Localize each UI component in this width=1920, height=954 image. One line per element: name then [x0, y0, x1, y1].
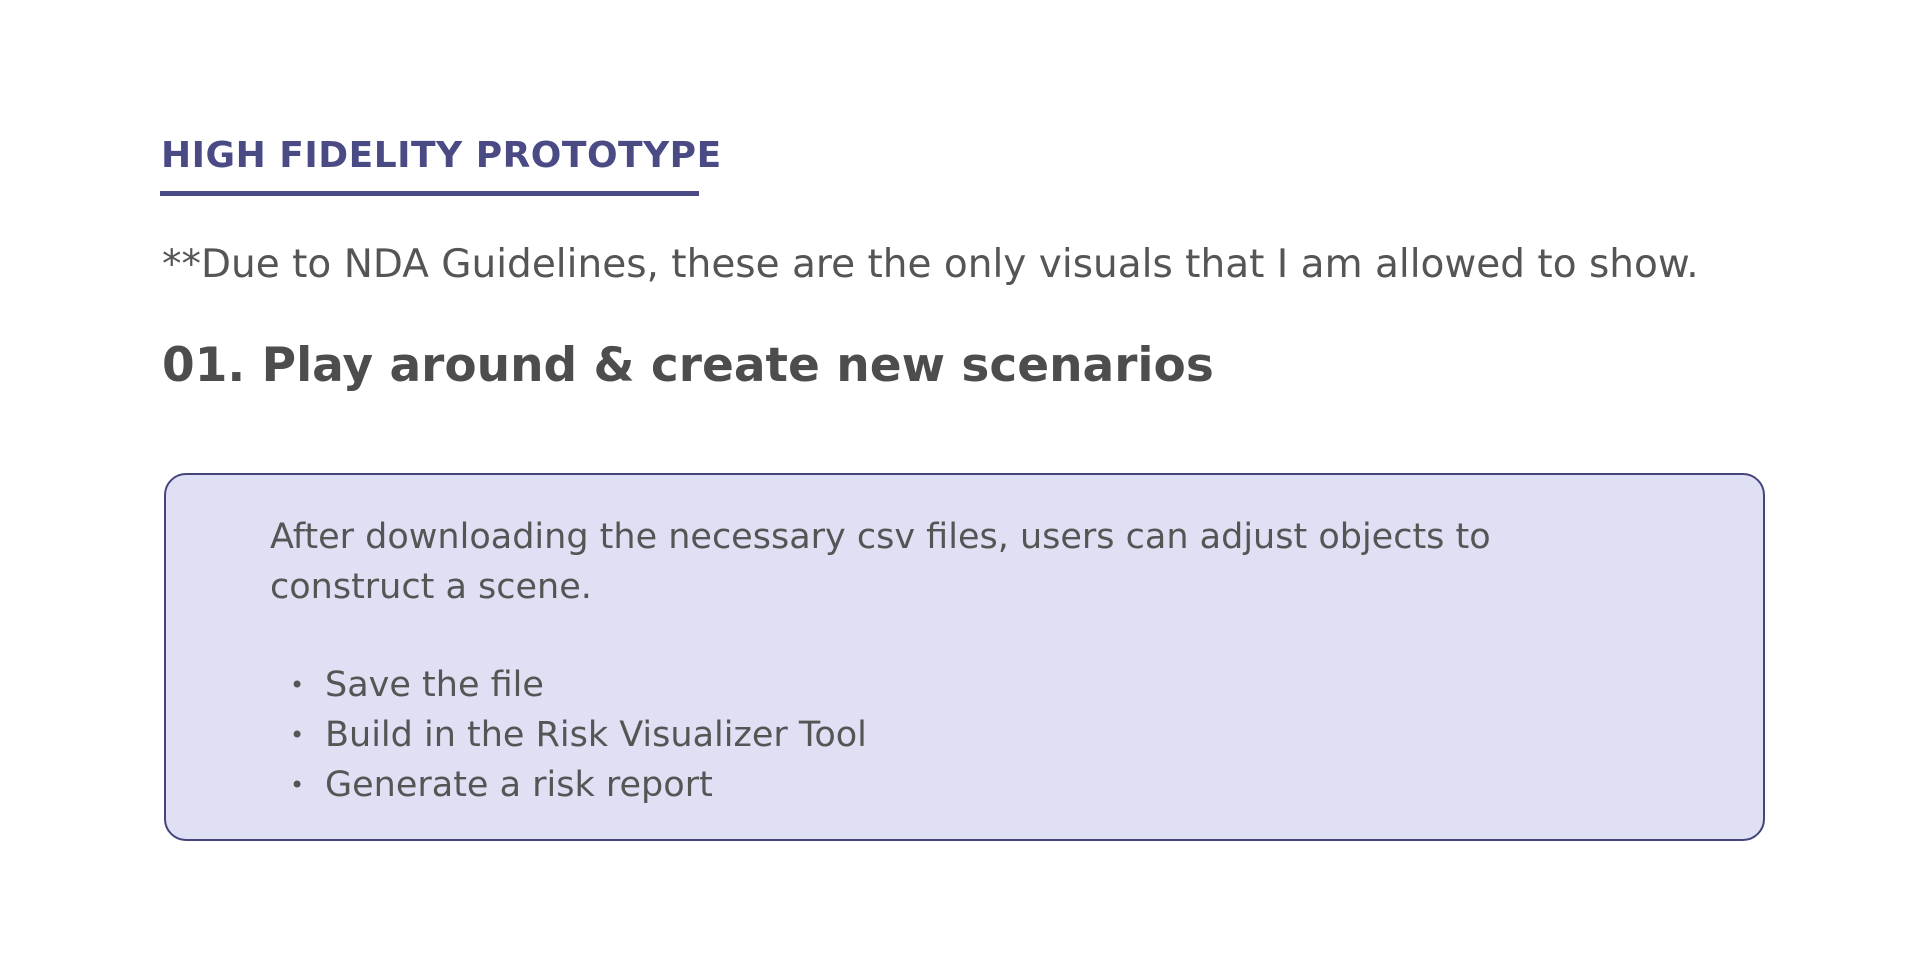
list-item-label: Build in the Risk Visualizer Tool: [325, 715, 867, 755]
bullet-icon: •: [290, 771, 305, 799]
callout-box: After downloading the necessary csv file…: [164, 473, 1765, 841]
page: HIGH FIDELITY PROTOTYPE **Due to NDA Gui…: [0, 0, 1920, 954]
list-item: • Save the file: [270, 660, 867, 710]
list-item: • Build in the Risk Visualizer Tool: [270, 710, 867, 760]
list-item-label: Save the file: [325, 665, 544, 705]
list-item: • Generate a risk report: [270, 760, 867, 810]
list-item-label: Generate a risk report: [325, 765, 713, 805]
section-underline: [160, 191, 699, 196]
step-heading: 01. Play around & create new scenarios: [162, 338, 1214, 393]
bullet-icon: •: [290, 671, 305, 699]
bullet-icon: •: [290, 721, 305, 749]
callout-text: After downloading the necessary csv file…: [270, 517, 1491, 607]
section-label: HIGH FIDELITY PROTOTYPE: [161, 135, 722, 176]
callout-list: • Save the file • Build in the Risk Visu…: [270, 660, 867, 810]
nda-disclaimer: **Due to NDA Guidelines, these are the o…: [162, 242, 1699, 287]
